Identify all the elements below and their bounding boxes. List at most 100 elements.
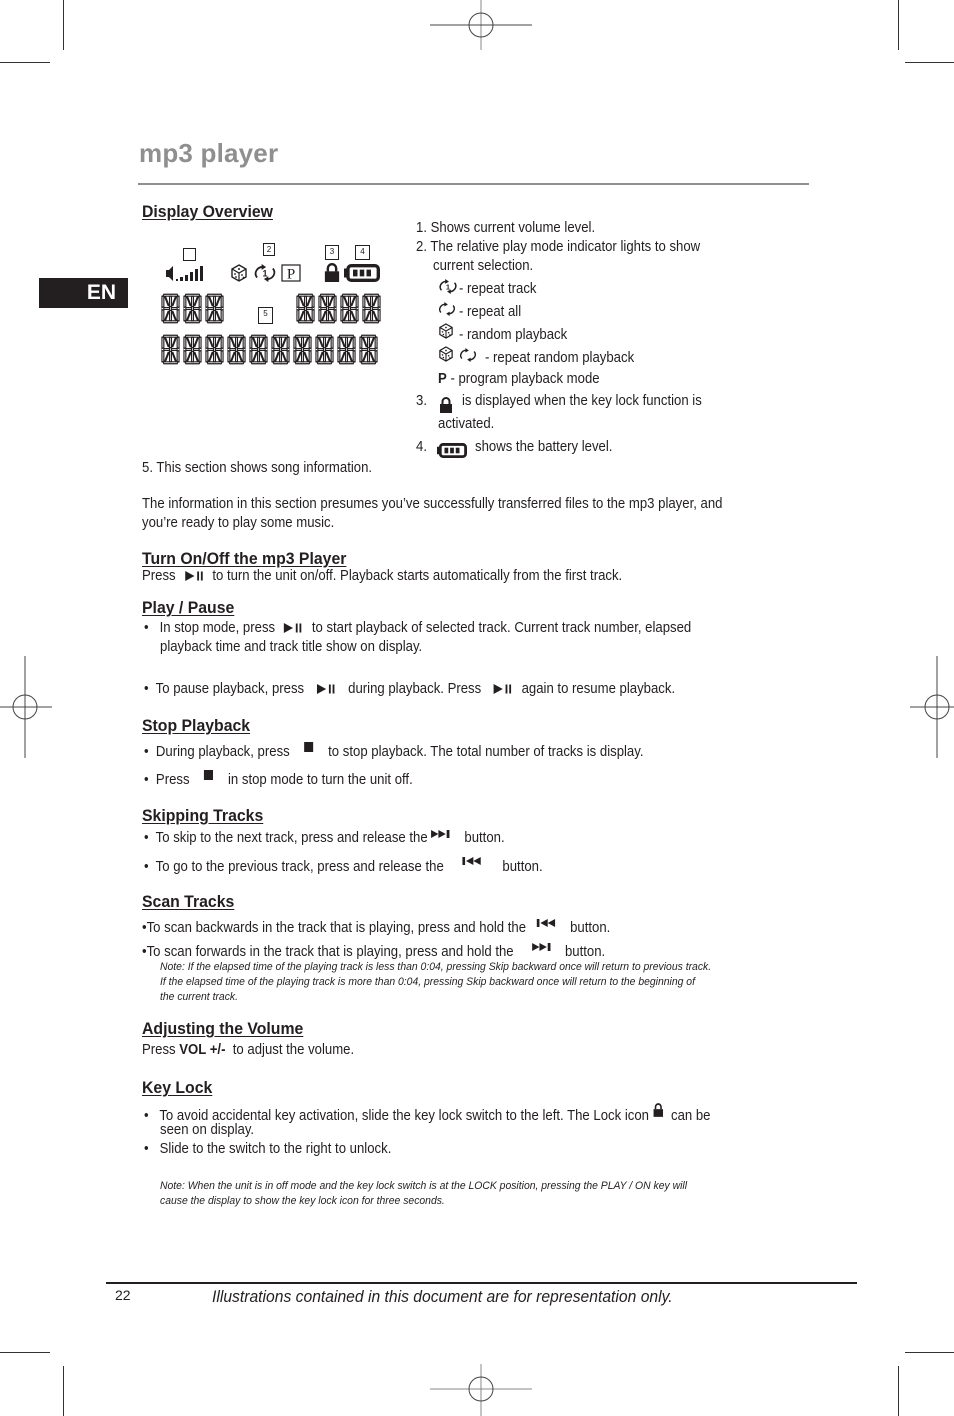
skip-next-icon: [431, 829, 453, 839]
bullet: •: [144, 681, 149, 697]
callout-box-4: 4: [355, 245, 370, 260]
segment-char: [359, 334, 378, 365]
segment-char: [249, 334, 268, 365]
volume-icon: [166, 266, 203, 281]
play-pause-icon: [315, 683, 337, 695]
bullet: •: [144, 1141, 149, 1157]
stop-bullet-2: • Press in stop mode to turn the unit of…: [144, 770, 413, 788]
scan-note-line-2: If the elapsed time of the playing track…: [160, 976, 695, 988]
crop-mark: [898, 1366, 899, 1416]
segment-group-time: [296, 293, 381, 324]
repeat-all-icon: [458, 348, 478, 362]
text-fragment: to turn the unit on/off. Playback starts…: [212, 568, 623, 584]
lock-icon: [323, 263, 341, 282]
segment-char: [296, 293, 315, 324]
key-lock-note-line-2: cause the display to show the key lock i…: [160, 1195, 445, 1207]
segment-char: [205, 293, 224, 324]
footer-disclaimer: Illustrations contained in this document…: [212, 1288, 673, 1306]
legend-item-2: 2. The relative play mode indicator ligh…: [416, 239, 701, 255]
bullet: •: [144, 830, 149, 846]
stop-icon: [204, 770, 213, 780]
text-fragment: To go to the previous track, press and r…: [155, 859, 444, 875]
callout-box-5: 5: [258, 307, 273, 324]
language-badge: EN: [39, 278, 128, 308]
battery-icon: [437, 443, 467, 458]
random-dice-icon: [439, 323, 453, 339]
segment-char: [183, 334, 202, 365]
lock-icon: [653, 1103, 664, 1117]
text-fragment: To pause playback, press: [155, 681, 305, 697]
bullet: •: [144, 1108, 149, 1124]
text-fragment: to adjust the volume.: [232, 1042, 355, 1058]
segment-char: [205, 334, 224, 365]
key-lock-note-line-1: Note: When the unit is in off mode and t…: [160, 1180, 688, 1192]
segment-char: [315, 334, 334, 365]
bullet: •: [144, 620, 149, 636]
repeat-track-icon: [252, 264, 278, 282]
crop-mark: [0, 62, 50, 63]
crop-mark: [905, 1352, 954, 1353]
section-heading-play-pause: Play / Pause: [142, 598, 235, 617]
text-fragment: to start playback of selected track. Cur…: [311, 620, 692, 636]
text-fragment: During playback, press: [155, 744, 290, 760]
crop-mark: [0, 1352, 50, 1353]
legend-item-5: 5. This section shows song information.: [142, 460, 373, 476]
legend-program: P - program playback mode: [438, 371, 600, 387]
registration-mark-top: [430, 0, 532, 50]
section-heading-skipping-tracks: Skipping Tracks: [142, 806, 264, 825]
segment-char: [161, 334, 180, 365]
play-pause-bullet-2: • To pause playback, press during playba…: [144, 681, 675, 697]
key-lock-bullet-2: • Slide to the switch to the right to un…: [144, 1141, 391, 1157]
title-divider: [138, 183, 809, 185]
play-pause-bullet-1: • In stop mode, press to start playback …: [144, 620, 691, 636]
text-fragment: Press: [142, 568, 176, 584]
key-lock-bullet-1: • To avoid accidental key activation, sl…: [144, 1103, 710, 1124]
program-icon: P: [281, 264, 301, 282]
text-fragment: in stop mode to turn the unit off.: [227, 772, 413, 788]
segment-char: [271, 334, 290, 365]
legend-program-text: - program playback mode: [450, 371, 600, 387]
segment-char: [337, 334, 356, 365]
text-fragment: button.: [570, 920, 611, 936]
segment-char: [318, 293, 337, 324]
random-dice-icon: [231, 264, 247, 282]
legend-item-3-num: 3.: [416, 393, 427, 409]
text-fragment: can be: [670, 1108, 711, 1124]
random-dice-icon: [439, 346, 453, 362]
text-fragment: button.: [564, 944, 606, 960]
text-fragment: button.: [464, 830, 505, 846]
crop-mark: [905, 62, 954, 63]
scan-bullet-2: •To scan forwards in the track that is p…: [142, 942, 605, 960]
text-fragment: •To scan backwards in the track that is …: [142, 920, 527, 936]
text-fragment: To skip to the next track, press and rel…: [155, 830, 428, 846]
text-fragment: Press: [142, 1042, 176, 1058]
segment-group-song-info: [161, 334, 378, 365]
stop-bullet-1: • During playback, press to stop playbac…: [144, 742, 644, 760]
section-heading-key-lock: Key Lock: [142, 1078, 213, 1097]
scan-note-line-3: the current track.: [160, 991, 238, 1003]
program-key: P: [438, 371, 447, 387]
bullet: •: [144, 859, 149, 875]
intro-paragraph-line-1: The information in this section presumes…: [142, 496, 723, 512]
play-pause-icon: [183, 570, 205, 582]
section-heading-display-overview: Display Overview: [142, 202, 273, 221]
play-pause-bullet-1-cont: playback time and track title show on di…: [160, 639, 423, 655]
segment-char: [161, 293, 180, 324]
crop-mark: [63, 0, 64, 50]
legend-item-1: 1. Shows current volume level.: [416, 220, 596, 236]
registration-mark-right: [910, 656, 954, 758]
bullet: •: [144, 772, 149, 788]
scan-bullet-1: •To scan backwards in the track that is …: [142, 918, 610, 936]
legend-random: - random playback: [459, 327, 568, 343]
text-fragment: In stop mode, press: [159, 620, 276, 636]
callout-box-3: 3: [325, 245, 339, 260]
segment-group-track: [161, 293, 224, 324]
key-lock-bullet-1-cont: seen on display.: [160, 1122, 255, 1138]
registration-mark-left: [0, 656, 52, 758]
registration-mark-bottom: [430, 1364, 532, 1416]
segment-char: [227, 334, 246, 365]
text-fragment: during playback. Press: [348, 681, 482, 697]
legend-item-3-cont: activated.: [438, 416, 495, 432]
text-fragment: Slide to the switch to the right to unlo…: [159, 1141, 392, 1157]
skip-bullet-2: • To go to the previous track, press and…: [144, 856, 543, 875]
